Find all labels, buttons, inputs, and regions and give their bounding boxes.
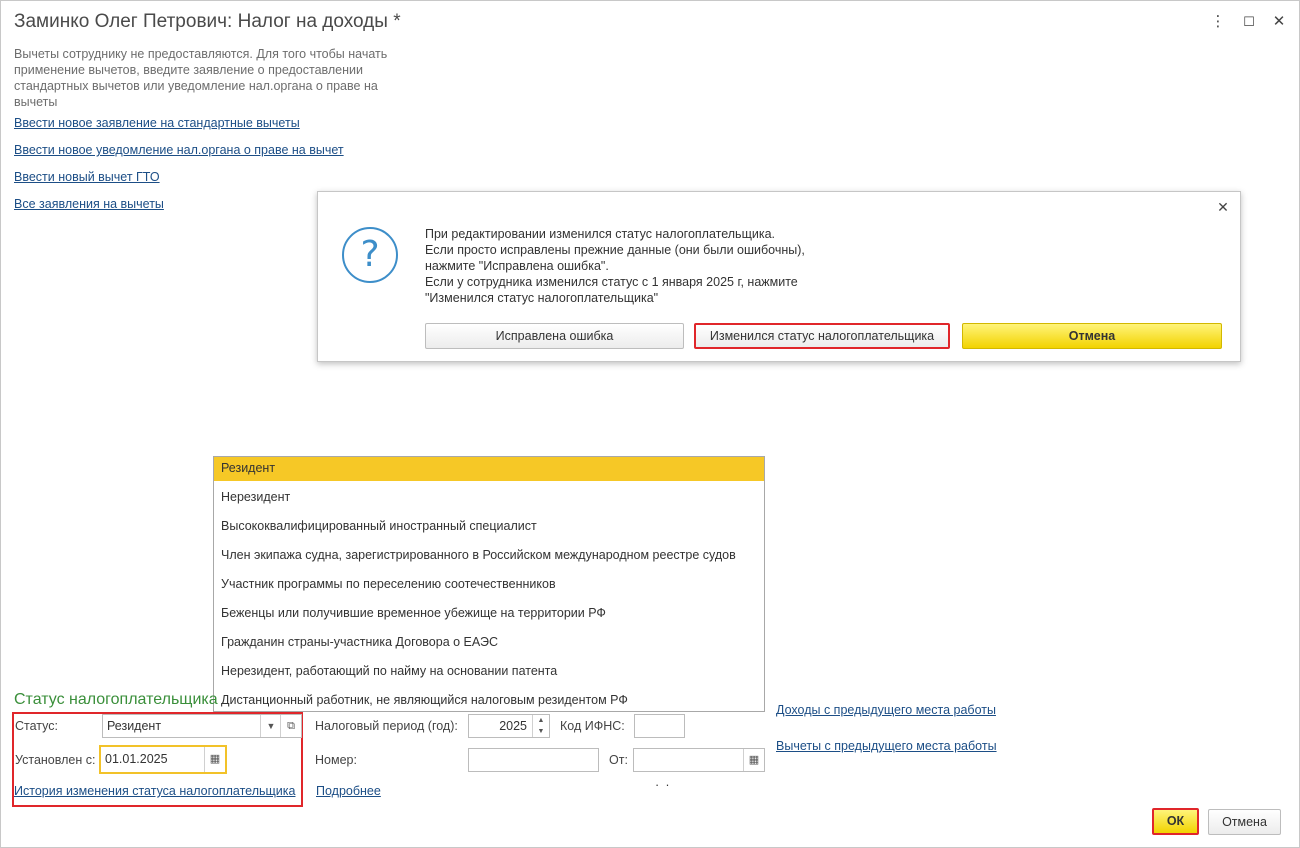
status-select[interactable]: Резидент ▼ ⧉: [102, 714, 302, 738]
cancel-button[interactable]: Отмена: [1208, 809, 1281, 835]
status-label: Статус:: [15, 719, 58, 733]
dropdown-option[interactable]: Участник программы по переселению соотеч…: [214, 568, 764, 597]
tax-period-input[interactable]: 2025 ▲ ▼: [468, 714, 550, 738]
status-change-dialog: ✕ ? При редактировании изменился статус …: [317, 191, 1241, 362]
from-date-value: . .: [651, 775, 670, 789]
error-fixed-button[interactable]: Исправлена ошибка: [425, 323, 684, 349]
open-icon[interactable]: ⧉: [280, 715, 301, 737]
dropdown-option[interactable]: Нерезидент: [214, 481, 764, 510]
dropdown-option[interactable]: Член экипажа судна, зарегистрированного …: [214, 539, 764, 568]
dialog-message: При редактировании изменился статус нало…: [425, 227, 805, 305]
close-icon[interactable]: ✕: [1270, 13, 1288, 31]
more-icon[interactable]: ⋮: [1209, 13, 1227, 31]
status-dropdown-list: Резидент Нерезидент Высококвалифицирован…: [213, 456, 765, 712]
new-gto-link[interactable]: Ввести новый вычет ГТО: [14, 170, 160, 184]
more-details-link[interactable]: Подробнее: [316, 784, 381, 798]
tax-period-value: 2025: [499, 719, 527, 733]
dropdown-option[interactable]: Высококвалифицированный иностранный спец…: [214, 510, 764, 539]
status-select-value: Резидент: [107, 719, 162, 733]
status-history-link[interactable]: История изменения статуса налогоплательщ…: [14, 784, 295, 798]
all-applications-link[interactable]: Все заявления на вычеты: [14, 197, 164, 211]
number-label: Номер:: [315, 753, 357, 767]
section-title-taxpayer-status: Статус налогоплательщика: [14, 691, 218, 708]
from-date-input[interactable]: . . ▦: [633, 748, 765, 789]
question-icon: ?: [342, 227, 398, 283]
ifns-label: Код ИФНС:: [560, 719, 625, 733]
chevron-down-icon[interactable]: ▼: [260, 715, 281, 737]
maximize-icon[interactable]: ☐: [1240, 13, 1258, 31]
calendar-icon[interactable]: ▦: [204, 747, 225, 772]
status-changed-button[interactable]: Изменился статус налогоплательщика: [694, 323, 950, 349]
main-window: Заминко Олег Петрович: Налог на доходы *…: [0, 0, 1300, 848]
number-input[interactable]: [468, 748, 599, 772]
dropdown-option[interactable]: Беженцы или получившие временное убежище…: [214, 597, 764, 626]
stepper-icon[interactable]: ▲ ▼: [532, 715, 549, 737]
from-label: От:: [609, 753, 628, 767]
new-application-link[interactable]: Ввести новое заявление на стандартные вы…: [14, 116, 300, 130]
ok-button[interactable]: ОК: [1152, 808, 1199, 835]
calendar-icon[interactable]: ▦: [743, 749, 764, 771]
window-title: Заминко Олег Петрович: Налог на доходы *: [14, 11, 401, 32]
established-label: Установлен с:: [15, 753, 96, 767]
dropdown-option[interactable]: Дистанционный работник, не являющийся на…: [214, 684, 764, 711]
dropdown-option[interactable]: Гражданин страны-участника Договора о ЕА…: [214, 626, 764, 655]
income-prev-job-link[interactable]: Доходы с предыдущего места работы: [776, 703, 996, 717]
established-date-value: 01.01.2025: [105, 752, 168, 766]
dialog-close-icon[interactable]: ✕: [1214, 198, 1232, 216]
deductions-prev-job-link[interactable]: Вычеты с предыдущего места работы: [776, 739, 997, 753]
dialog-cancel-button[interactable]: Отмена: [962, 323, 1222, 349]
tax-period-label: Налоговый период (год):: [315, 719, 458, 733]
established-date-input[interactable]: 01.01.2025 ▦: [99, 745, 227, 774]
dropdown-option[interactable]: Нерезидент, работающий по найму на основ…: [214, 655, 764, 684]
new-notice-link[interactable]: Ввести новое уведомление нал.органа о пр…: [14, 143, 344, 157]
ifns-input[interactable]: [634, 714, 685, 738]
dropdown-option[interactable]: Резидент: [214, 457, 764, 481]
deductions-info-text: Вычеты сотруднику не предоставляются. Дл…: [14, 47, 388, 109]
